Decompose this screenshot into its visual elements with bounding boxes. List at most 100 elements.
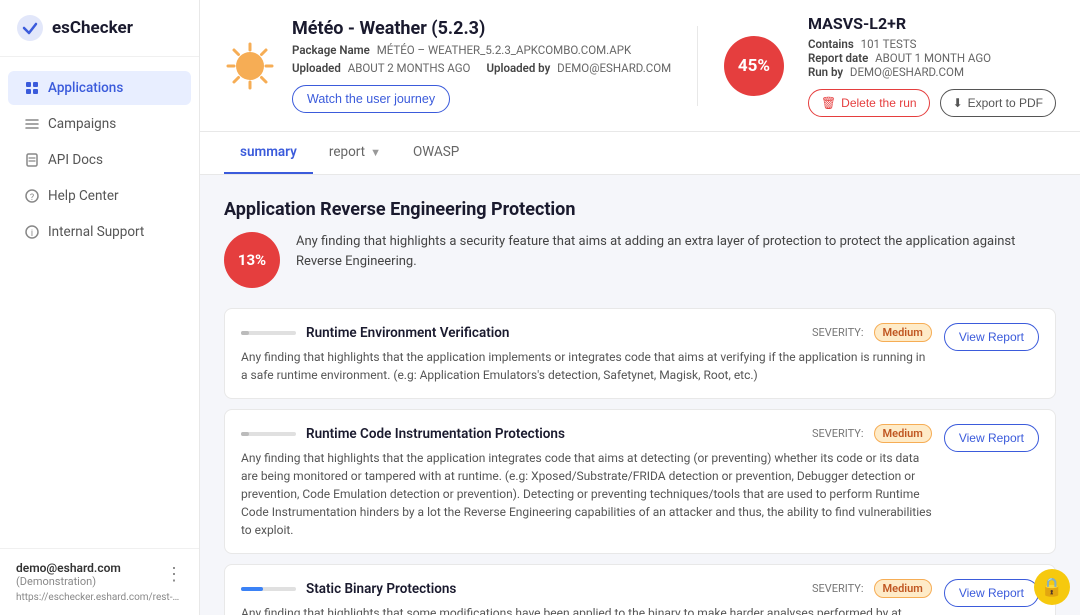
severity-label: SEVERITY: (812, 427, 864, 440)
tests-label: Contains (808, 37, 854, 51)
view-report-button-0[interactable]: View Report (944, 323, 1039, 351)
sidebar-logo-text: esChecker (52, 18, 133, 38)
sidebar-item-internal-support[interactable]: i Internal Support (8, 215, 191, 249)
list-icon (24, 116, 40, 132)
report-date-label: Report date (808, 51, 868, 65)
app-meta: Package Name MÉTÉO – WEATHER_5.2.3_APKCO… (292, 43, 671, 57)
check-description: Any finding that highlights that the app… (241, 348, 932, 384)
run-by-value: DEMO@ESHARD.COM (850, 65, 964, 79)
tab-report[interactable]: report ▼ (313, 132, 397, 174)
uploaded-by-value: DEMO@ESHARD.COM (557, 61, 671, 75)
check-name: Runtime Code Instrumentation Protections (306, 426, 798, 442)
check-item: Runtime Environment Verification SEVERIT… (224, 308, 1056, 399)
check-progress-bar (241, 587, 296, 591)
more-options-button[interactable]: ⋮ (165, 564, 183, 585)
download-icon: ⬇ (953, 96, 963, 110)
severity-label: SEVERITY: (812, 326, 864, 339)
tabs: summary report ▼ OWASP (200, 132, 1080, 175)
main-content: Météo - Weather (5.2.3) Package Name MÉT… (200, 0, 1080, 615)
check-item: Static Binary Protections SEVERITY: Medi… (224, 564, 1056, 615)
tests-value: 101 TESTS (861, 37, 917, 51)
filter-icon: ▼ (370, 146, 381, 159)
svg-text:i: i (31, 229, 33, 239)
eschecker-logo-icon (16, 14, 44, 42)
circle-question-icon: ? (24, 188, 40, 204)
view-report-button-1[interactable]: View Report (944, 424, 1039, 452)
check-name: Runtime Environment Verification (306, 325, 798, 341)
app-info: Météo - Weather (5.2.3) Package Name MÉT… (292, 18, 671, 113)
run-by-label: Run by (808, 65, 843, 79)
tab-owasp[interactable]: OWASP (397, 132, 475, 174)
uploaded-value: ABOUT 2 MONTHS AGO (348, 61, 471, 75)
check-item: Runtime Code Instrumentation Protections… (224, 409, 1056, 554)
section-score-circle: 13% (224, 232, 280, 288)
sidebar-item-internal-support-label: Internal Support (48, 224, 144, 240)
check-item-header: Runtime Code Instrumentation Protections… (241, 424, 932, 443)
check-progress-fill (241, 432, 249, 436)
sidebar-nav: Applications Campaigns API Docs (0, 57, 199, 548)
sidebar-url: https://eschecker.eshard.com/rest-api (16, 592, 183, 603)
check-item-content: Runtime Environment Verification SEVERIT… (241, 323, 932, 384)
check-progress-bar (241, 432, 296, 436)
tests-meta: Contains 101 TESTS (808, 37, 1056, 51)
svg-text:?: ? (30, 193, 34, 203)
sidebar-item-campaigns-label: Campaigns (48, 116, 116, 132)
app-header-left: Météo - Weather (5.2.3) Package Name MÉT… (224, 18, 671, 113)
sidebar: esChecker Applications Cam (0, 0, 200, 615)
package-name-value: MÉTÉO – WEATHER_5.2.3_APKCOMBO.COM.APK (377, 43, 632, 57)
app-icon (224, 40, 276, 92)
sidebar-footer: demo@eshard.com (Demonstration) ⋮ https:… (0, 548, 199, 615)
check-item-row: Runtime Code Instrumentation Protections… (241, 424, 1039, 539)
divider (697, 26, 698, 106)
package-name-label: Package Name (292, 43, 370, 57)
sidebar-item-applications-label: Applications (48, 80, 123, 96)
view-report-button-2[interactable]: View Report (944, 579, 1039, 607)
check-item-row: Static Binary Protections SEVERITY: Medi… (241, 579, 1039, 615)
uploaded-meta: Uploaded ABOUT 2 MONTHS AGO (292, 61, 470, 75)
check-description: Any finding that highlights that the app… (241, 449, 932, 539)
check-progress-bar (241, 331, 296, 335)
report-date-value: ABOUT 1 MONTH AGO (875, 51, 991, 65)
uploaded-label: Uploaded (292, 61, 341, 75)
check-item-header: Runtime Environment Verification SEVERIT… (241, 323, 932, 342)
lock-badge: 🔒 (1034, 569, 1070, 605)
severity-label: SEVERITY: (812, 582, 864, 595)
delete-run-button[interactable]: 🗑 Delete the run (808, 89, 930, 117)
score-circle: 45% (724, 36, 784, 96)
check-item-row: Runtime Environment Verification SEVERIT… (241, 323, 1039, 384)
uploaded-by-label: Uploaded by (486, 61, 550, 75)
report-info: MASVS-L2+R Contains 101 TESTS Report dat… (808, 14, 1056, 117)
severity-badge: Medium (874, 424, 932, 443)
file-icon (24, 152, 40, 168)
check-item-content: Runtime Code Instrumentation Protections… (241, 424, 932, 539)
package-name-meta: Package Name MÉTÉO – WEATHER_5.2.3_APKCO… (292, 43, 631, 57)
trash-icon: 🗑 (821, 96, 836, 110)
sidebar-logo: esChecker (0, 0, 199, 57)
export-pdf-button[interactable]: ⬇ Export to PDF (940, 89, 1056, 117)
sidebar-user-role: (Demonstration) (16, 575, 121, 588)
watch-journey-button[interactable]: Watch the user journey (292, 85, 450, 113)
check-description: Any finding that highlights that some mo… (241, 604, 932, 615)
content-area: Application Reverse Engineering Protecti… (200, 175, 1080, 615)
section-overview: 13% Any finding that highlights a securi… (224, 232, 1056, 288)
report-meta: Contains 101 TESTS Report date ABOUT 1 M… (808, 37, 1056, 79)
sidebar-item-campaigns[interactable]: Campaigns (8, 107, 191, 141)
sidebar-item-api-docs[interactable]: API Docs (8, 143, 191, 177)
tab-summary[interactable]: summary (224, 132, 313, 174)
app-meta-2: Uploaded ABOUT 2 MONTHS AGO Uploaded by … (292, 61, 671, 75)
severity-badge: Medium (874, 323, 932, 342)
sidebar-user-name: demo@eshard.com (16, 561, 121, 575)
check-progress-fill (241, 587, 263, 591)
check-name: Static Binary Protections (306, 581, 798, 597)
section-description: Any finding that highlights a security f… (296, 232, 1056, 271)
sidebar-item-applications[interactable]: Applications (8, 71, 191, 105)
grid-icon (24, 80, 40, 96)
report-date-meta: Report date ABOUT 1 MONTH AGO (808, 51, 1056, 65)
uploaded-by-meta: Uploaded by DEMO@ESHARD.COM (486, 61, 671, 75)
section-title: Application Reverse Engineering Protecti… (224, 199, 1056, 220)
app-header: Météo - Weather (5.2.3) Package Name MÉT… (200, 0, 1080, 132)
sidebar-item-help-center[interactable]: ? Help Center (8, 179, 191, 213)
app-header-right: 45% MASVS-L2+R Contains 101 TESTS Report… (724, 14, 1056, 117)
sidebar-item-api-docs-label: API Docs (48, 152, 103, 168)
check-item-content: Static Binary Protections SEVERITY: Medi… (241, 579, 932, 615)
